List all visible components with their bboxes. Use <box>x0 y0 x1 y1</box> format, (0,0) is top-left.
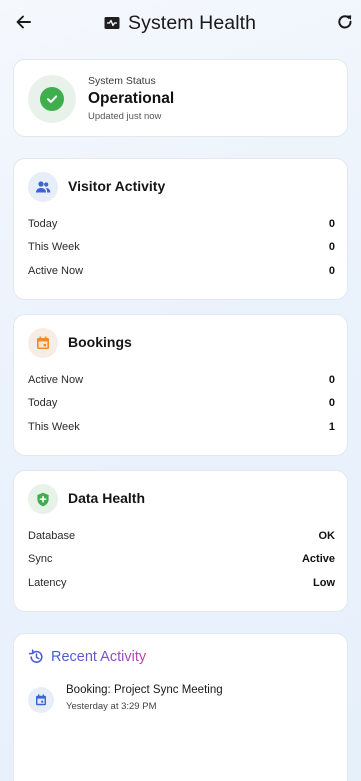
arrow-left-icon <box>16 15 31 29</box>
refresh-button[interactable] <box>335 12 355 32</box>
history-icon <box>28 649 43 663</box>
server-icon <box>104 17 120 29</box>
system-status-card: System Status Operational Updated just n… <box>13 59 348 137</box>
calendar-icon <box>28 328 58 358</box>
status-label: System Status <box>88 75 156 87</box>
stat-value: 0 <box>328 241 335 253</box>
stat-value: 0 <box>328 374 335 386</box>
stat-label: Active Now <box>28 374 84 386</box>
shield-icon <box>28 484 58 514</box>
bookings-title: Bookings <box>68 334 132 350</box>
stat-row-today: Today 0 <box>28 397 335 413</box>
stat-value: Low <box>313 577 335 589</box>
stat-label: Active Now <box>28 265 84 277</box>
stat-label: Today <box>28 218 58 230</box>
activity-time: Yesterday at 3:29 PM <box>66 701 157 712</box>
recent-activity-header: Recent Activity <box>28 649 146 665</box>
recent-activity-card: Recent Activity Booking: Project Sync Me… <box>13 633 348 781</box>
data-health-title: Data Health <box>68 490 146 506</box>
stat-row-latency: Latency Low <box>28 577 335 593</box>
stat-row-active-now: Active Now 0 <box>28 374 335 390</box>
visitor-activity-title: Visitor Activity <box>68 178 166 194</box>
stat-label: This Week <box>28 241 80 253</box>
stat-label: This Week <box>28 421 80 433</box>
activity-item[interactable]: Booking: Project Sync Meeting Yesterday … <box>28 683 335 717</box>
stat-value: 1 <box>328 421 335 433</box>
stat-row-this-week: This Week 1 <box>28 421 335 437</box>
data-health-card: Data Health Database OK Sync Active Late… <box>13 470 348 612</box>
bookings-card: Bookings Active Now 0 Today 0 This Week … <box>13 314 348 456</box>
visitor-activity-card: Visitor Activity Today 0 This Week 0 Act… <box>13 158 348 300</box>
stat-value: 0 <box>328 218 335 230</box>
status-indicator <box>28 75 76 123</box>
stat-value: 0 <box>328 397 335 409</box>
stat-label: Today <box>28 397 58 409</box>
app-header: System Health <box>0 0 361 46</box>
stat-row-active-now: Active Now 0 <box>28 265 335 281</box>
recent-activity-title: Recent Activity <box>51 649 147 665</box>
stat-row-sync: Sync Active <box>28 553 335 569</box>
check-circle-icon <box>40 87 64 111</box>
stat-label: Latency <box>28 577 67 589</box>
stat-value: Active <box>301 553 335 565</box>
back-button[interactable] <box>14 12 34 32</box>
people-icon <box>28 172 58 202</box>
title-group: System Health <box>104 11 256 35</box>
stat-value: OK <box>318 530 336 542</box>
calendar-icon <box>28 687 54 713</box>
stat-label: Database <box>28 530 76 542</box>
status-value: Operational <box>88 90 175 107</box>
stat-row-database: Database OK <box>28 530 335 546</box>
stat-row-today: Today 0 <box>28 218 335 234</box>
stat-row-this-week: This Week 0 <box>28 241 335 257</box>
activity-text: Booking: Project Sync Meeting <box>66 684 223 696</box>
page-title: System Health <box>128 11 257 34</box>
refresh-icon <box>338 15 352 29</box>
status-updated-text: Updated just now <box>88 111 162 122</box>
stat-value: 0 <box>328 265 335 277</box>
stat-label: Sync <box>28 553 53 565</box>
